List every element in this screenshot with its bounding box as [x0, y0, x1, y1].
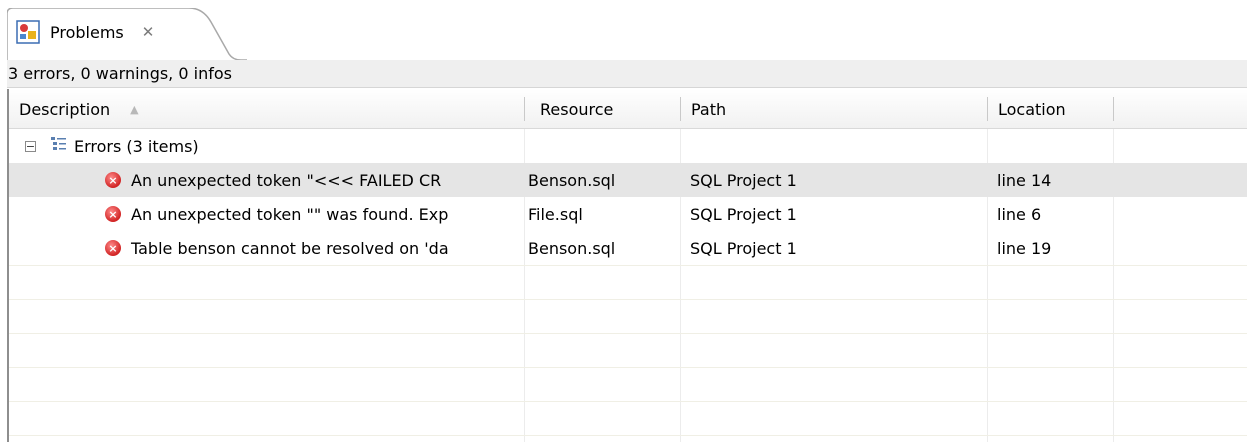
column-label: Description	[19, 99, 111, 119]
problems-table: Description ▲ Resource Path Location − E…	[7, 89, 1247, 442]
group-row-errors[interactable]: − Errors (3 items)	[9, 129, 1247, 163]
row-divider	[9, 401, 1247, 402]
sort-ascending-icon: ▲	[130, 102, 139, 116]
group-label: Errors (3 items)	[74, 136, 199, 156]
problems-summary: 3 errors, 0 warnings, 0 infos	[7, 60, 1247, 88]
description-cell: × An unexpected token "" was found. Exp	[105, 197, 524, 231]
description-text: Table benson cannot be resolved on 'da	[131, 238, 449, 258]
table-row[interactable]: × Table benson cannot be resolved on 'da…	[9, 231, 1247, 265]
location-cell: line 19	[997, 238, 1052, 258]
column-divider[interactable]	[524, 97, 525, 121]
problems-icon	[16, 20, 40, 44]
column-header-location[interactable]: Location	[988, 89, 1113, 129]
group-cell: − Errors (3 items)	[25, 129, 524, 163]
description-cell: × Table benson cannot be resolved on 'da	[105, 231, 524, 265]
collapse-icon[interactable]: −	[25, 140, 36, 152]
error-group-icon	[50, 136, 68, 156]
tab-problems[interactable]: Problems ✕	[16, 19, 154, 45]
column-header-path[interactable]: Path	[681, 89, 987, 129]
column-label: Resource	[540, 99, 614, 119]
problems-view: Problems ✕ 3 errors, 0 warnings, 0 infos…	[7, 0, 1247, 442]
status-text: 3 errors, 0 warnings, 0 infos	[8, 64, 232, 83]
row-divider	[9, 265, 1247, 266]
error-icon: ×	[105, 240, 121, 256]
location-cell: line 6	[997, 204, 1042, 224]
column-divider[interactable]	[1113, 97, 1114, 121]
error-icon: ×	[105, 172, 121, 188]
error-icon: ×	[105, 206, 121, 222]
description-text: An unexpected token "" was found. Exp	[131, 204, 449, 224]
path-cell: SQL Project 1	[690, 204, 797, 224]
column-header-resource[interactable]: Resource	[530, 89, 680, 129]
row-divider	[9, 333, 1247, 334]
tab-label: Problems	[50, 22, 124, 42]
location-cell: line 14	[997, 170, 1052, 190]
view-tab-strip: Problems ✕	[7, 0, 1247, 60]
description-text: An unexpected token "<<< FAILED CR	[131, 170, 442, 190]
row-divider	[9, 435, 1247, 436]
column-header-description[interactable]: Description ▲	[9, 89, 524, 129]
row-divider	[9, 367, 1247, 368]
resource-cell: Benson.sql	[528, 170, 616, 190]
table-row[interactable]: × An unexpected token "<<< FAILED CR Ben…	[9, 163, 1247, 197]
row-divider	[9, 299, 1247, 300]
column-label: Path	[691, 99, 727, 119]
table-row[interactable]: × An unexpected token "" was found. Exp …	[9, 197, 1247, 231]
resource-cell: File.sql	[528, 204, 583, 224]
path-cell: SQL Project 1	[690, 170, 797, 190]
description-cell: × An unexpected token "<<< FAILED CR	[105, 163, 524, 197]
close-icon[interactable]: ✕	[142, 23, 155, 41]
resource-cell: Benson.sql	[528, 238, 616, 258]
path-cell: SQL Project 1	[690, 238, 797, 258]
table-header: Description ▲ Resource Path Location	[9, 89, 1247, 129]
column-label: Location	[998, 99, 1066, 119]
